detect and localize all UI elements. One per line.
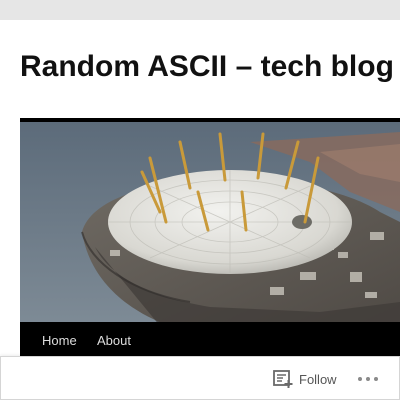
follow-button[interactable]: Follow xyxy=(273,369,337,389)
reader-follow-icon xyxy=(273,370,293,388)
ellipsis-icon[interactable] xyxy=(357,369,379,389)
follow-bar: Follow xyxy=(0,356,400,400)
header-image xyxy=(20,118,400,326)
nav-item-about[interactable]: About xyxy=(97,322,131,360)
page: Random ASCII – tech blog Home About xyxy=(0,20,400,400)
site-title[interactable]: Random ASCII – tech blog xyxy=(20,50,394,84)
follow-label: Follow xyxy=(299,371,337,387)
dome-aerial-photo xyxy=(20,122,400,326)
nav-item-home[interactable]: Home xyxy=(42,322,77,360)
main-navigation: Home About xyxy=(20,322,400,360)
